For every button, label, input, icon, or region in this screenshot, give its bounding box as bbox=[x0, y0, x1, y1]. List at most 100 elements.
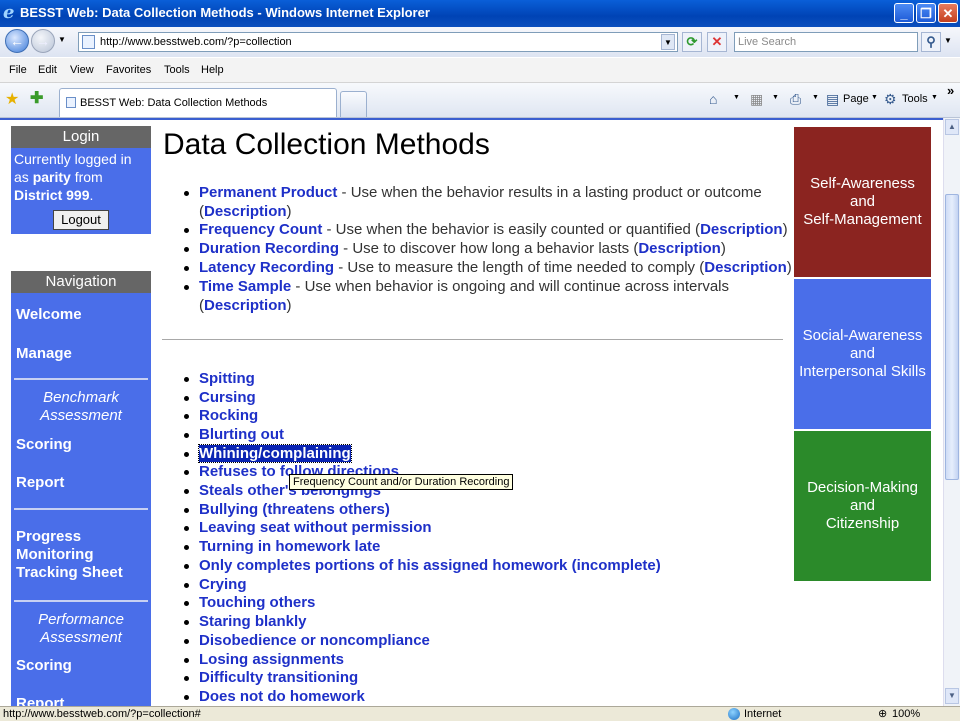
vertical-scrollbar[interactable]: ▲ ▼ bbox=[943, 118, 960, 706]
behavior-link[interactable]: Staring blankly bbox=[199, 613, 307, 630]
behavior-link[interactable]: Blurting out bbox=[199, 426, 284, 443]
favorites-star-icon[interactable]: ★ bbox=[5, 89, 19, 109]
description-link[interactable]: Description bbox=[204, 203, 287, 220]
page-dropdown-icon[interactable]: ▼ bbox=[871, 94, 878, 101]
behavior-link[interactable]: Difficulty transitioning bbox=[199, 669, 358, 686]
description-link[interactable]: Description bbox=[638, 240, 721, 257]
menu-file[interactable]: File bbox=[9, 64, 27, 76]
minimize-button[interactable]: _ bbox=[894, 3, 914, 23]
list-item: Turning in homework late bbox=[183, 538, 380, 556]
panel-decision-making[interactable]: Decision-Making and Citizenship bbox=[794, 431, 931, 581]
page-menu-button[interactable]: Page bbox=[843, 93, 869, 105]
behavior-link[interactable]: Turning in homework late bbox=[199, 538, 380, 555]
feeds-dropdown-icon[interactable]: ▼ bbox=[772, 94, 779, 101]
menu-help[interactable]: Help bbox=[201, 64, 224, 76]
menu-edit[interactable]: Edit bbox=[38, 64, 57, 76]
zoom-level[interactable]: 100% bbox=[892, 708, 920, 720]
description-link[interactable]: Description bbox=[704, 259, 787, 276]
method-time-sample: Time Sample - Use when behavior is ongoi… bbox=[184, 278, 729, 296]
scroll-thumb[interactable] bbox=[945, 194, 959, 480]
logout-button[interactable]: Logout bbox=[53, 210, 109, 230]
tab-data-collection[interactable]: BESST Web: Data Collection Methods bbox=[59, 88, 337, 117]
search-options-icon[interactable]: ▼ bbox=[944, 36, 952, 45]
behavior-link[interactable]: Crying bbox=[199, 576, 247, 593]
tools-menu-button[interactable]: Tools bbox=[902, 93, 928, 105]
description-link[interactable]: Description bbox=[204, 297, 287, 314]
method-text: - Use to discover how long a behavior la… bbox=[339, 240, 639, 257]
nav-benchmark-report[interactable]: Report bbox=[16, 474, 64, 492]
behavior-link-selected[interactable]: Whining/complaining bbox=[198, 444, 352, 463]
nav-performance-scoring[interactable]: Scoring bbox=[16, 657, 72, 675]
address-dropdown-icon[interactable]: ▼ bbox=[661, 34, 675, 50]
address-bar[interactable]: http://www.besstweb.com/?p=collection ▼ bbox=[78, 32, 678, 52]
method-link-frequency-count[interactable]: Frequency Count bbox=[199, 221, 322, 238]
panel-line: Self-Management bbox=[803, 211, 922, 228]
tooltip: Frequency Count and/or Duration Recordin… bbox=[289, 474, 514, 490]
list-item: Crying bbox=[184, 576, 247, 594]
close-button[interactable]: ✕ bbox=[938, 3, 958, 23]
status-text: http://www.besstweb.com/?p=collection# bbox=[3, 708, 201, 720]
back-button[interactable]: ← bbox=[5, 29, 29, 53]
feeds-icon[interactable]: ▦ bbox=[750, 91, 763, 108]
nav-benchmark-heading: Benchmark Assessment bbox=[11, 389, 151, 425]
menu-favorites[interactable]: Favorites bbox=[106, 64, 151, 76]
navigation-box: Navigation Welcome Manage Benchmark Asse… bbox=[11, 271, 151, 706]
behavior-link[interactable]: Does not do homework bbox=[199, 688, 365, 705]
page-title: Data Collection Methods bbox=[163, 128, 490, 161]
nav-performance-report[interactable]: Report bbox=[16, 695, 64, 706]
method-permanent-product: Permanent Product - Use when the behavio… bbox=[184, 184, 762, 202]
behavior-link[interactable]: Rocking bbox=[199, 407, 258, 424]
tools-dropdown-icon[interactable]: ▼ bbox=[931, 94, 938, 101]
print-icon[interactable]: ⎙ bbox=[790, 91, 801, 108]
panel-line: and bbox=[849, 345, 875, 362]
behavior-link[interactable]: Losing assignments bbox=[199, 651, 344, 668]
back-arrow-icon: ← bbox=[10, 33, 24, 49]
description-link[interactable]: Description bbox=[700, 221, 783, 238]
list-item: Cursing bbox=[184, 389, 256, 407]
paren-close: ) bbox=[720, 240, 726, 257]
home-icon[interactable]: ⌂ bbox=[709, 91, 717, 107]
home-dropdown-icon[interactable]: ▼ bbox=[733, 94, 740, 101]
panel-label: Decision-Making and Citizenship bbox=[807, 479, 918, 533]
method-link-duration-recording[interactable]: Duration Recording bbox=[199, 240, 339, 257]
nav-progress-line3: Tracking Sheet bbox=[16, 564, 123, 581]
scroll-down-icon[interactable]: ▼ bbox=[945, 688, 959, 704]
method-link-time-sample[interactable]: Time Sample bbox=[199, 278, 291, 295]
forward-button[interactable]: → bbox=[31, 29, 55, 53]
nav-welcome[interactable]: Welcome bbox=[16, 306, 82, 324]
scroll-up-icon[interactable]: ▲ bbox=[945, 119, 959, 135]
stop-button[interactable]: ✕ bbox=[707, 32, 727, 52]
login-district: District 999 bbox=[14, 187, 90, 203]
panel-social-awareness[interactable]: Social-Awareness and Interpersonal Skill… bbox=[794, 279, 931, 429]
behavior-link[interactable]: Touching others bbox=[199, 594, 315, 611]
section-divider bbox=[162, 339, 783, 340]
add-favorites-icon[interactable]: ✚ bbox=[30, 88, 43, 108]
behavior-link[interactable]: Only completes portions of his assigned … bbox=[199, 557, 661, 574]
panel-self-awareness[interactable]: Self-Awareness and Self-Management bbox=[794, 127, 931, 277]
ie-logo-icon: e bbox=[3, 2, 15, 23]
paren-close: ) bbox=[782, 221, 788, 238]
more-commands-icon[interactable]: » bbox=[947, 83, 954, 98]
nav-benchmark-scoring[interactable]: Scoring bbox=[16, 436, 72, 454]
nav-progress-monitoring[interactable]: Progress Monitoring Tracking Sheet bbox=[16, 528, 123, 582]
menu-tools[interactable]: Tools bbox=[164, 64, 190, 76]
menu-view[interactable]: View bbox=[70, 64, 94, 76]
behavior-link[interactable]: Spitting bbox=[199, 370, 255, 387]
page-icon bbox=[82, 35, 95, 49]
refresh-button[interactable]: ⟳ bbox=[682, 32, 702, 52]
new-tab-button[interactable] bbox=[340, 91, 367, 117]
search-input[interactable]: Live Search bbox=[734, 32, 918, 52]
behavior-link[interactable]: Leaving seat without permission bbox=[199, 519, 432, 536]
print-dropdown-icon[interactable]: ▼ bbox=[812, 94, 819, 101]
method-link-latency-recording[interactable]: Latency Recording bbox=[199, 259, 334, 276]
search-button[interactable]: ⚲ bbox=[921, 32, 941, 52]
stop-icon: ✕ bbox=[711, 34, 723, 49]
maximize-button[interactable]: ❐ bbox=[916, 3, 936, 23]
nav-manage[interactable]: Manage bbox=[16, 345, 72, 363]
behavior-link[interactable]: Disobedience or noncompliance bbox=[199, 632, 430, 649]
method-link-permanent-product[interactable]: Permanent Product bbox=[199, 184, 337, 201]
behavior-link[interactable]: Cursing bbox=[199, 389, 256, 406]
history-dropdown-icon[interactable]: ▼ bbox=[58, 35, 66, 44]
nav-progress-line1: Progress bbox=[16, 528, 82, 545]
behavior-link[interactable]: Bullying (threatens others) bbox=[199, 501, 390, 518]
